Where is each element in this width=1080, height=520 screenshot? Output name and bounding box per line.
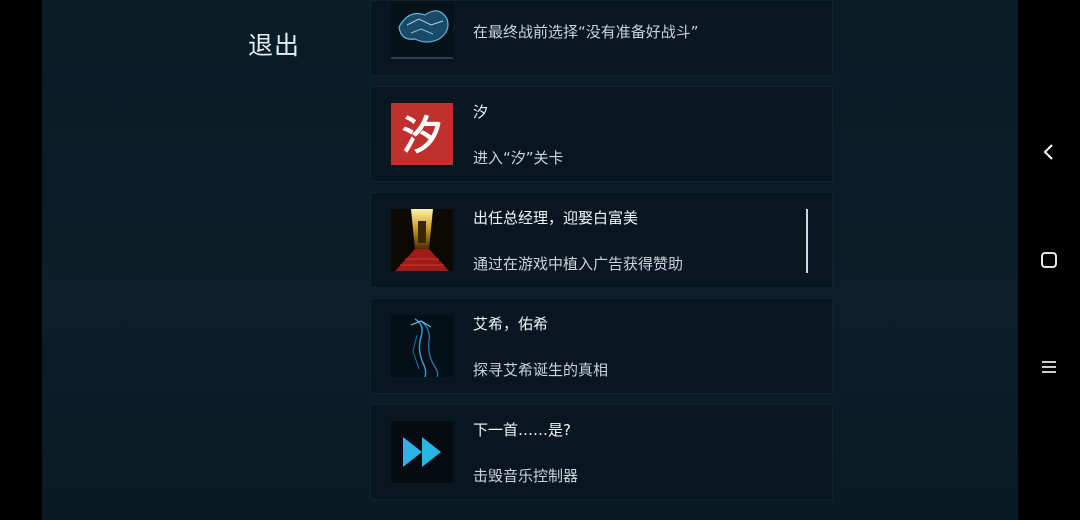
xi-character-icon: 汐: [391, 103, 453, 165]
achievement-card-xi[interactable]: 汐 汐 进入“汐”关卡: [370, 86, 833, 182]
xi-glyph: 汐: [402, 112, 442, 159]
recents-button[interactable]: [1033, 351, 1065, 383]
achievement-title: 下一首……是?: [473, 421, 571, 439]
back-icon: [1043, 144, 1053, 160]
achievements-screen: 退出 在最终战前选择“没有准备好战斗” 汐 汐 进入“汐”关卡 出任总经理，迎娶…: [42, 0, 1018, 520]
achievement-desc: 探寻艾希诞生的真相: [473, 361, 609, 379]
system-navigation-bar: [1018, 0, 1080, 520]
achievement-title: 艾希，佑希: [473, 315, 549, 333]
achievement-card-next-song[interactable]: 下一首……是? 击毁音乐控制器: [370, 404, 833, 500]
achievement-card-unprepared[interactable]: 在最终战前选择“没有准备好战斗”: [370, 0, 833, 76]
achievement-desc: 击毁音乐控制器: [473, 467, 579, 485]
home-button[interactable]: [1033, 244, 1065, 276]
home-icon: [1041, 252, 1057, 268]
scrollbar-thumb[interactable]: [806, 209, 808, 273]
back-button[interactable]: [1033, 136, 1065, 168]
blue-wireframe-figure-icon: [391, 315, 453, 377]
recents-icon: [1042, 361, 1056, 373]
achievement-desc: 在最终战前选择“没有准备好战斗”: [473, 23, 699, 41]
golden-door-red-carpet-icon: [391, 209, 453, 271]
achievement-desc: 进入“汐”关卡: [473, 149, 564, 167]
achievement-title: 出任总经理，迎娶白富美: [473, 209, 639, 227]
achievement-card-manager[interactable]: 出任总经理，迎娶白富美 通过在游戏中植入广告获得赞助: [370, 192, 833, 288]
achievement-desc: 通过在游戏中植入广告获得赞助: [473, 255, 684, 273]
exit-button[interactable]: 退出: [248, 26, 300, 62]
crystal-creature-icon: [391, 1, 453, 59]
achievement-card-ashi[interactable]: 艾希，佑希 探寻艾希诞生的真相: [370, 298, 833, 394]
fast-forward-icon: [391, 421, 453, 483]
achievement-list[interactable]: 在最终战前选择“没有准备好战斗” 汐 汐 进入“汐”关卡 出任总经理，迎娶白富美…: [370, 0, 833, 520]
achievement-title: 汐: [473, 103, 489, 121]
